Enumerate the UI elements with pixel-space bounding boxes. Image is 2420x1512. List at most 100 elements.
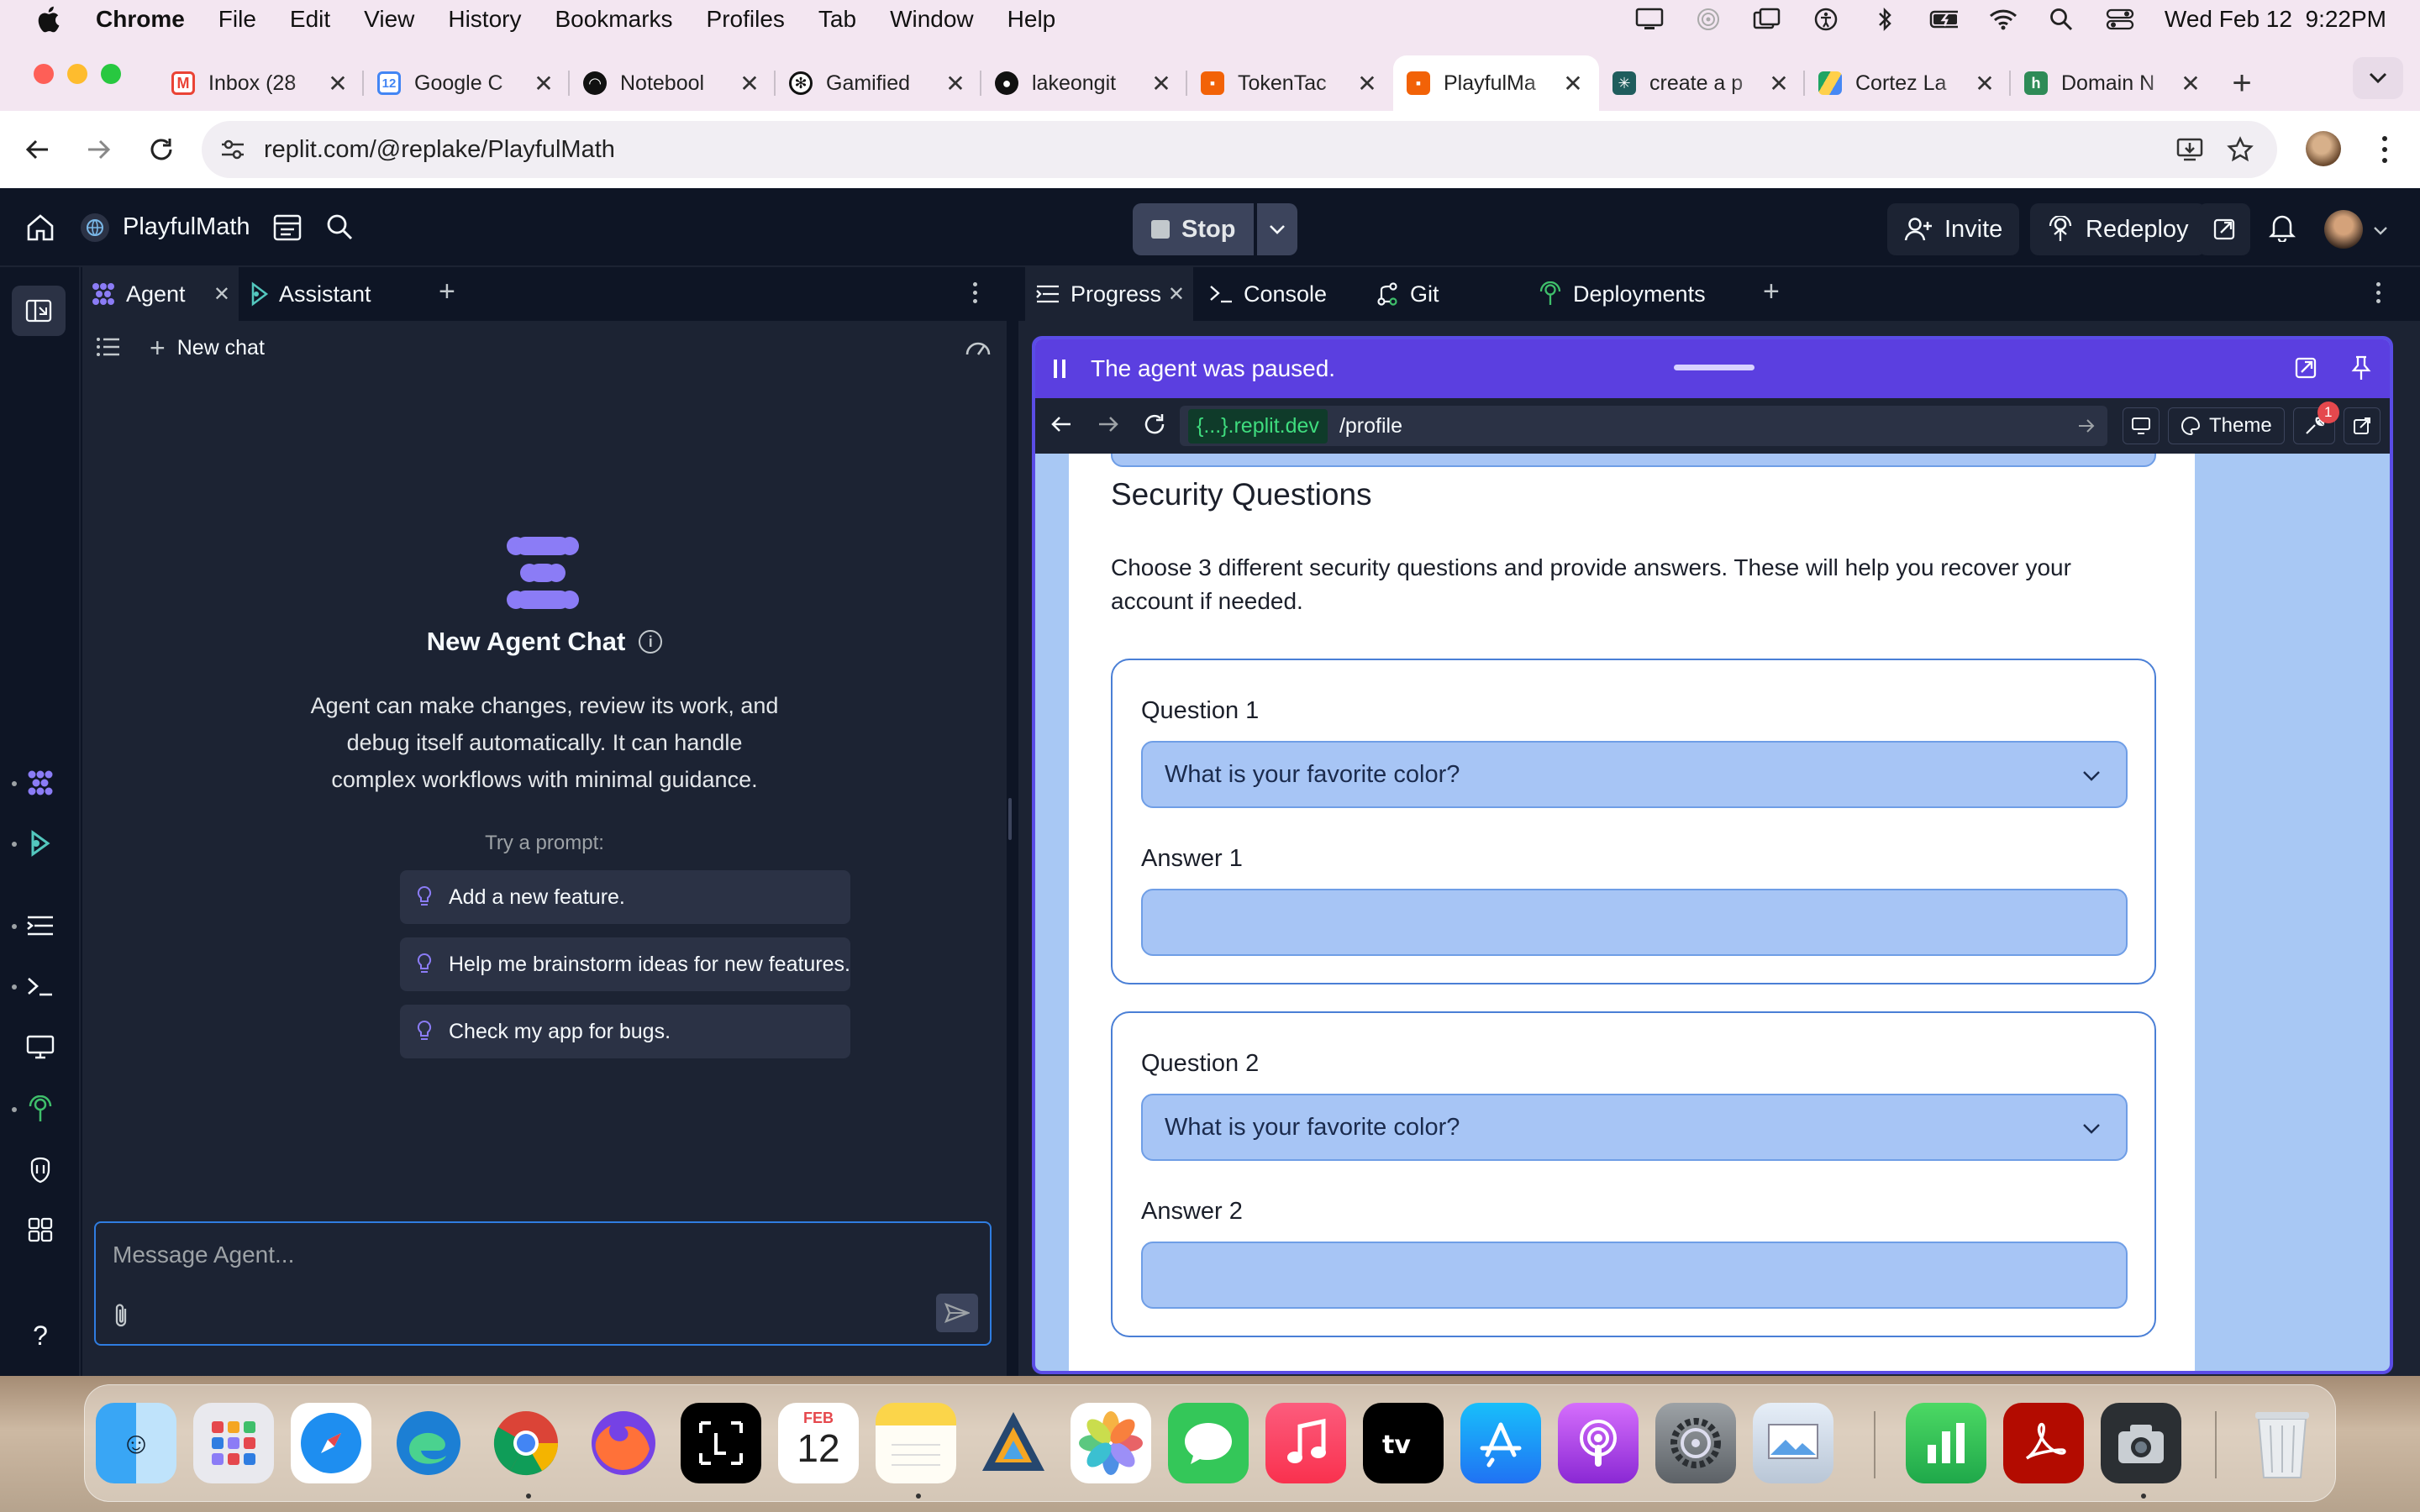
notes-icon[interactable] bbox=[876, 1403, 956, 1483]
close-tab-icon[interactable]: ✕ bbox=[943, 70, 968, 97]
trash-icon[interactable] bbox=[2242, 1403, 2323, 1483]
system-settings-icon[interactable] bbox=[1655, 1403, 1736, 1483]
menu-view[interactable]: View bbox=[364, 6, 414, 33]
expand-webview-icon[interactable] bbox=[2294, 356, 2317, 386]
apple-tv-icon[interactable]: tv bbox=[1363, 1403, 1444, 1483]
menu-tab[interactable]: Tab bbox=[818, 6, 856, 33]
accessibility-icon[interactable] bbox=[1812, 7, 1840, 32]
menu-file[interactable]: File bbox=[218, 6, 256, 33]
menu-bookmarks[interactable]: Bookmarks bbox=[555, 6, 672, 33]
chrome-menu-icon[interactable] bbox=[2376, 133, 2393, 166]
launchpad-icon[interactable] bbox=[193, 1403, 274, 1483]
wifi-icon[interactable] bbox=[1988, 7, 2017, 32]
browser-tab[interactable]: ✻ Gamified ✕ bbox=[776, 55, 981, 111]
chrome-icon[interactable] bbox=[486, 1403, 566, 1483]
assistant-icon[interactable] bbox=[24, 827, 57, 860]
tab-console[interactable]: Console bbox=[1208, 267, 1368, 321]
podcasts-icon[interactable] bbox=[1558, 1403, 1639, 1483]
close-tab-icon[interactable]: ✕ bbox=[1972, 70, 1997, 97]
menubar-app-name[interactable]: Chrome bbox=[96, 6, 185, 33]
progress-icon[interactable] bbox=[24, 909, 57, 942]
chevron-down-icon[interactable] bbox=[2373, 225, 2388, 240]
search-icon[interactable] bbox=[326, 213, 353, 244]
database-icon[interactable] bbox=[24, 1152, 57, 1186]
install-app-icon[interactable] bbox=[2176, 138, 2203, 168]
close-tab-icon[interactable]: ✕ bbox=[531, 70, 556, 97]
device-preview-button[interactable] bbox=[2123, 407, 2160, 444]
message-agent-input[interactable]: Message Agent... bbox=[94, 1221, 992, 1346]
pin-icon[interactable] bbox=[2351, 354, 2371, 387]
answer-2-input[interactable] bbox=[1141, 1242, 2128, 1309]
devtools-button[interactable]: 1 bbox=[2292, 402, 2339, 444]
webview-reload-icon[interactable] bbox=[1143, 412, 1166, 440]
question-1-select[interactable]: What is your favorite color? bbox=[1141, 741, 2128, 808]
browser-tab[interactable]: ▪ TokenTac ✕ bbox=[1187, 55, 1393, 111]
tab-git[interactable]: Git bbox=[1375, 267, 1526, 321]
close-tab-icon[interactable]: ✕ bbox=[1149, 70, 1174, 97]
theme-button[interactable]: Theme bbox=[2168, 407, 2285, 444]
photos-icon[interactable] bbox=[1071, 1403, 1151, 1483]
user-avatar[interactable] bbox=[2324, 210, 2363, 249]
question-2-select[interactable]: What is your favorite color? bbox=[1141, 1094, 2128, 1161]
close-tab-icon[interactable]: ✕ bbox=[1766, 70, 1791, 97]
panel-resize-handle[interactable] bbox=[1008, 798, 1012, 840]
webview-back-icon[interactable] bbox=[1050, 414, 1072, 438]
browser-tab[interactable]: M Inbox (28 ✕ bbox=[158, 55, 364, 111]
browser-tab-active[interactable]: ▪ PlayfulMa ✕ bbox=[1393, 55, 1599, 111]
chat-history-icon[interactable] bbox=[96, 336, 121, 362]
calendar-icon[interactable]: FEB 12 bbox=[778, 1403, 859, 1483]
maximize-window-button[interactable] bbox=[101, 64, 121, 84]
browser-tab[interactable]: Cortez La ✕ bbox=[1805, 55, 2011, 111]
panel-menu-icon[interactable] bbox=[2376, 282, 2381, 303]
browser-tab[interactable]: ✳ create a p ✕ bbox=[1599, 55, 1805, 111]
prompt-suggestion[interactable]: Help me brainstorm ideas for new feature… bbox=[400, 937, 850, 991]
new-chat-button[interactable]: + New chat bbox=[150, 333, 265, 364]
minimize-window-button[interactable] bbox=[67, 64, 87, 84]
menu-edit[interactable]: Edit bbox=[290, 6, 330, 33]
screenshot-icon[interactable] bbox=[2101, 1403, 2181, 1483]
agent-icon[interactable] bbox=[24, 766, 57, 800]
deployments-icon[interactable] bbox=[24, 1092, 57, 1126]
safari-icon[interactable] bbox=[291, 1403, 371, 1483]
close-tab-icon[interactable]: ✕ bbox=[213, 282, 230, 307]
close-window-button[interactable] bbox=[34, 64, 54, 84]
tab-assistant[interactable]: Assistant bbox=[250, 267, 418, 321]
reload-button[interactable] bbox=[136, 124, 187, 175]
file-tree-icon[interactable] bbox=[272, 213, 302, 246]
answer-1-input[interactable] bbox=[1141, 889, 2128, 956]
apple-icon[interactable] bbox=[34, 5, 62, 34]
display-icon[interactable] bbox=[1635, 7, 1664, 32]
close-tab-icon[interactable]: ✕ bbox=[1560, 70, 1586, 97]
open-deployment-button[interactable] bbox=[2198, 203, 2250, 255]
tab-agent[interactable]: Agent ✕ bbox=[82, 267, 239, 321]
go-arrow-icon[interactable] bbox=[2077, 417, 2096, 438]
add-tab-button[interactable]: + bbox=[439, 276, 455, 308]
project-name[interactable]: PlayfulMath bbox=[123, 213, 250, 241]
close-tab-icon[interactable]: ✕ bbox=[2178, 70, 2203, 97]
prompt-suggestion[interactable]: Check my app for bugs. bbox=[400, 1005, 850, 1058]
new-tab-button[interactable]: + bbox=[2217, 55, 2267, 111]
prompt-suggestion[interactable]: Add a new feature. bbox=[400, 870, 850, 924]
help-icon[interactable]: ? bbox=[24, 1319, 57, 1352]
webview-url-input[interactable]: {...}.replit.dev /profile bbox=[1180, 406, 2107, 446]
redeploy-button[interactable]: Redeploy bbox=[2030, 203, 2206, 255]
run-options-button[interactable] bbox=[1257, 203, 1298, 255]
menu-help[interactable]: Help bbox=[1007, 6, 1056, 33]
browser-tab[interactable]: ◠ Notebool ✕ bbox=[570, 55, 776, 111]
battery-icon[interactable] bbox=[1929, 7, 1958, 32]
acrobat-icon[interactable] bbox=[2003, 1403, 2084, 1483]
windows-icon[interactable] bbox=[1753, 7, 1781, 32]
toggle-sidebar-button[interactable] bbox=[12, 286, 66, 336]
airdrop-icon[interactable] bbox=[1694, 7, 1723, 32]
browser-tab[interactable]: h Domain N ✕ bbox=[2011, 55, 2217, 111]
bluetooth-icon[interactable] bbox=[1870, 7, 1899, 32]
menubar-datetime[interactable]: Wed Feb 12 9:22PM bbox=[2165, 6, 2386, 33]
menu-history[interactable]: History bbox=[448, 6, 521, 33]
tab-deployments[interactable]: Deployments bbox=[1538, 267, 1756, 321]
profile-avatar[interactable] bbox=[2306, 131, 2341, 166]
webview-forward-icon[interactable] bbox=[1097, 414, 1119, 438]
console-icon[interactable] bbox=[24, 969, 57, 1003]
app-store-icon[interactable] bbox=[1460, 1403, 1541, 1483]
close-tab-icon[interactable]: ✕ bbox=[1355, 70, 1380, 97]
close-tab-icon[interactable]: ✕ bbox=[325, 70, 350, 97]
